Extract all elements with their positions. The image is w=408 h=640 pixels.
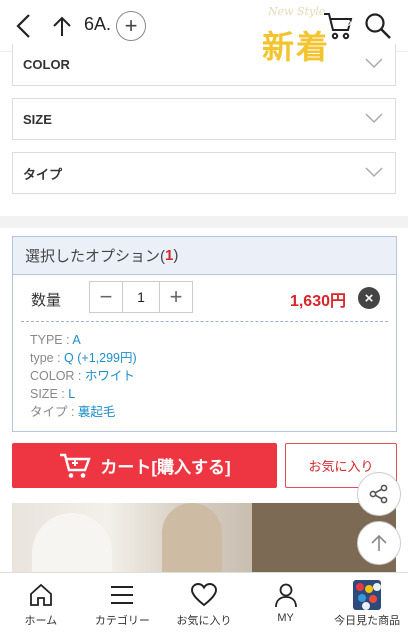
attribute-value: Q (+1,299円) [64, 351, 137, 365]
banner-style-text: New Style [268, 5, 326, 18]
attribute-row: タイプ : 裏起毛 [30, 403, 137, 421]
arrow-up-icon [371, 534, 387, 551]
attribute-row: SIZE : L [30, 385, 137, 403]
up-level-button[interactable] [46, 10, 78, 42]
recent-product-thumbnail [353, 580, 382, 610]
quantity-row: 数量 − 1 + 1,630円 × [13, 275, 396, 321]
nav-favorites[interactable]: お気に入り [163, 573, 245, 640]
type-select-label: タイプ [23, 166, 63, 182]
nav-label: カテゴリー [94, 615, 150, 627]
bottom-navigation: ホーム カテゴリー お気に入り MY 今日見た商品 [0, 572, 408, 640]
quantity-stepper: − 1 + [89, 281, 193, 313]
menu-icon [108, 581, 136, 609]
heart-icon [190, 581, 218, 609]
size-select-label: SIZE [23, 111, 52, 127]
nav-label: お気に入り [176, 615, 232, 627]
nav-label: ホーム [24, 615, 58, 627]
attribute-value: 裏起毛 [77, 405, 116, 419]
attribute-value: ホワイト [84, 369, 135, 383]
selected-title-suffix: ) [173, 247, 179, 264]
scroll-top-button[interactable] [357, 521, 401, 565]
quantity-label: 数量 [31, 292, 62, 309]
quantity-input[interactable]: 1 [122, 282, 160, 312]
selected-option-header: 選択したオプション(1) [13, 237, 396, 275]
banner-figure [162, 503, 222, 573]
attribute-row: TYPE : A [30, 331, 137, 349]
type-select[interactable]: タイプ [12, 152, 396, 194]
nav-label: MY [277, 612, 294, 624]
selected-count: 1 [165, 247, 174, 264]
search-icon [365, 13, 391, 39]
nav-home[interactable]: ホーム [0, 573, 82, 640]
dashed-divider [21, 321, 388, 322]
attribute-key: タイプ : [30, 405, 78, 419]
attribute-key: COLOR : [30, 369, 85, 383]
attribute-key: type : [30, 351, 65, 365]
banner-photo [12, 503, 252, 573]
attribute-value: L [68, 387, 76, 401]
selected-option-box: 選択したオプション(1) 数量 − 1 + 1,630円 × TYPE : A … [12, 236, 397, 432]
arrow-up-icon [53, 16, 71, 36]
person-icon [272, 581, 300, 609]
chevron-down-icon [365, 58, 383, 69]
attribute-key: TYPE : [30, 333, 73, 347]
selected-title-prefix: 選択したオプション( [25, 248, 165, 265]
home-icon [27, 581, 55, 609]
banner-figure [32, 513, 112, 573]
nav-category[interactable]: カテゴリー [82, 573, 164, 640]
option-attributes: TYPE : A type : Q (+1,299円) COLOR : ホワイト… [30, 331, 137, 421]
decrease-button[interactable]: − [90, 282, 122, 312]
promo-banner[interactable] [12, 503, 396, 573]
attribute-key: SIZE : [30, 387, 69, 401]
search-button[interactable] [360, 8, 396, 44]
share-icon [369, 484, 388, 504]
back-button[interactable] [8, 10, 40, 42]
attribute-value: A [72, 333, 81, 347]
breadcrumb-category[interactable]: 6A. [84, 14, 111, 35]
add-to-cart-label: カート[購入する] [100, 458, 231, 477]
attribute-row: COLOR : ホワイト [30, 367, 137, 385]
color-select[interactable]: COLOR [12, 44, 396, 86]
nav-my[interactable]: MY [245, 573, 327, 640]
expand-breadcrumb-button[interactable]: + [116, 11, 146, 41]
nav-label: 今日見た商品 [334, 615, 401, 627]
nav-recently-viewed[interactable]: 今日見た商品 [326, 573, 408, 640]
chevron-down-icon [365, 167, 383, 178]
add-to-cart-button[interactable]: カート[購入する] [12, 443, 277, 488]
chevron-down-icon [365, 113, 383, 124]
section-divider [0, 216, 408, 228]
favorites-label: お気に入り [308, 459, 374, 474]
chevron-left-icon [16, 14, 30, 38]
banner-title: 新着 [262, 29, 331, 65]
increase-button[interactable]: + [160, 282, 192, 312]
remove-option-button[interactable]: × [358, 287, 380, 309]
attribute-row: type : Q (+1,299円) [30, 349, 137, 367]
share-button[interactable] [357, 472, 401, 516]
cart-icon [60, 453, 92, 478]
size-select[interactable]: SIZE [12, 98, 396, 140]
color-select-label: COLOR [23, 57, 70, 72]
banner-point-text: Poi [343, 18, 361, 32]
option-price: 1,630円 [289, 293, 346, 310]
